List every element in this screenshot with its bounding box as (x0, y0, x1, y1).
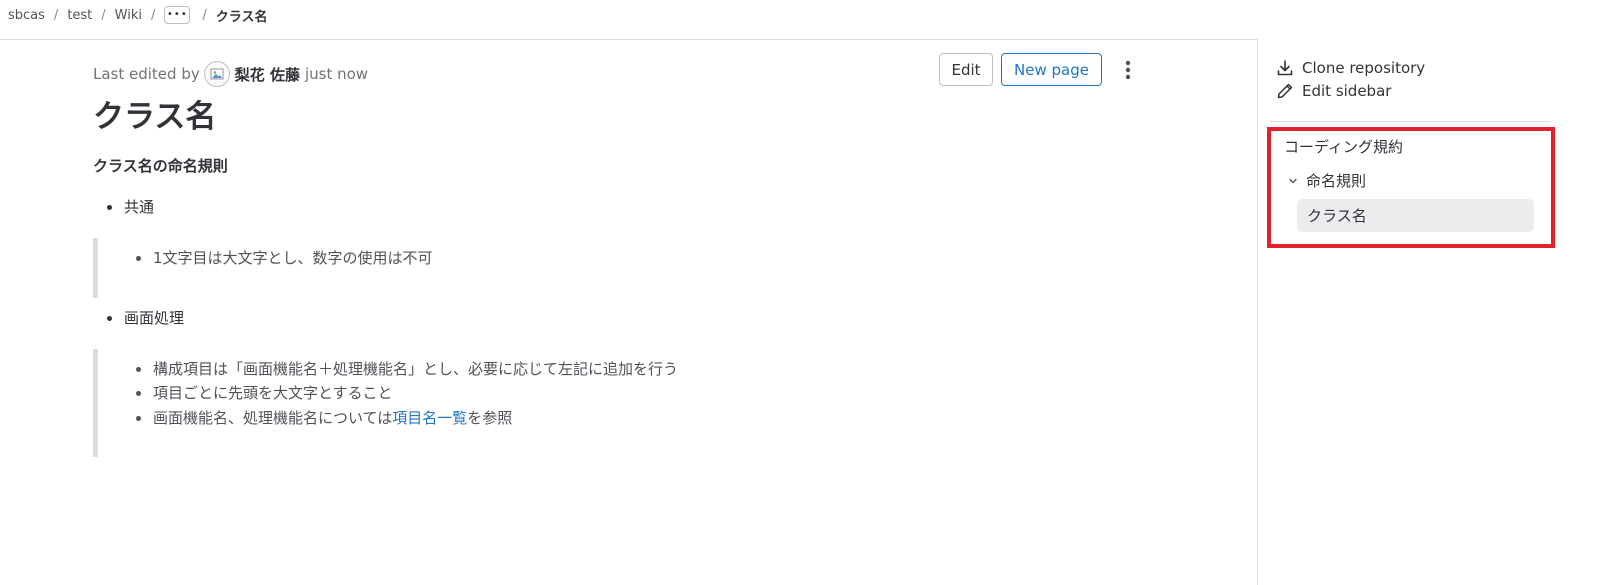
bullet-icon (107, 204, 112, 210)
author-name[interactable]: 梨花 佐藤 (235, 64, 300, 85)
edited-time: just now (304, 65, 369, 83)
bullet-icon (136, 415, 141, 421)
sidebar-nav-root[interactable]: コーディング規約 (1284, 136, 1403, 157)
bullet-icon (136, 390, 141, 396)
breadcrumb-separator: / (202, 7, 207, 23)
breadcrumb-item-sbcas[interactable]: sbcas (8, 8, 45, 23)
broken-image-icon (210, 68, 224, 80)
last-edited-label: Last edited by (93, 65, 200, 83)
list-item-label: 画面処理 (124, 309, 185, 327)
sidebar-nav-group-label: 命名規則 (1306, 172, 1367, 190)
blockquote-screen-processing: 構成項目は「画面機能名＋処理機能名」とし、必要に応じて左記に追加を行う 項目ごと… (93, 349, 678, 457)
breadcrumb-separator: / (151, 7, 156, 23)
sidebar-nav-active-page[interactable]: クラス名 (1307, 205, 1367, 226)
sidebar-section-divider (1270, 121, 1551, 122)
quote-list-item-text: 項目ごとに先頭を大文字とすること (153, 384, 393, 402)
bullet-icon (107, 315, 112, 321)
last-edited-info: Last edited by 梨花 佐藤 just now (93, 61, 368, 87)
list-item-screen-processing: 画面処理 (107, 308, 184, 328)
clone-repository-link[interactable]: Clone repository (1276, 59, 1425, 77)
page-actions: Edit New page (939, 53, 1138, 86)
chevron-down-icon (1289, 178, 1297, 183)
new-page-button[interactable]: New page (1001, 53, 1102, 86)
breadcrumb-separator: / (53, 7, 59, 23)
bullet-icon (136, 255, 141, 261)
download-icon (1277, 60, 1293, 76)
quote-list-item-text: 1文字目は大文字とし、数字の使用は不可 (153, 249, 433, 267)
sidebar-divider (1257, 39, 1258, 585)
page-title: クラス名 (93, 99, 217, 135)
clone-repository-label: Clone repository (1302, 59, 1426, 77)
edit-sidebar-label: Edit sidebar (1302, 82, 1392, 100)
blockquote-common: 1文字目は大文字とし、数字の使用は不可 (93, 238, 433, 298)
quote-list-item: 項目ごとに先頭を大文字とすること (136, 383, 393, 403)
pencil-icon (1277, 83, 1293, 99)
breadcrumb-item-wiki[interactable]: Wiki (115, 8, 142, 23)
breadcrumb-expand-button[interactable]: ••• (164, 6, 191, 24)
edit-button[interactable]: Edit (939, 53, 993, 86)
quote-list-item-text-before: 画面機能名、処理機能名については (153, 409, 393, 427)
quote-list-item-text: 構成項目は「画面機能名＋処理機能名」とし、必要に応じて左記に追加を行う (153, 360, 679, 378)
more-actions-icon[interactable] (1118, 53, 1138, 86)
list-item-label: 共通 (124, 198, 155, 216)
breadcrumb-separator: / (101, 7, 106, 23)
breadcrumb-item-test[interactable]: test (67, 8, 92, 23)
quote-list-item: 画面機能名、処理機能名については 項目名一覧 を参照 (136, 408, 512, 428)
bullet-icon (136, 366, 141, 372)
section-heading: クラス名の命名規則 (93, 157, 228, 175)
header-divider (0, 39, 1257, 40)
breadcrumb-current-page: クラス名 (215, 9, 268, 25)
item-name-list-link[interactable]: 項目名一覧 (392, 408, 467, 428)
quote-list-item: 構成項目は「画面機能名＋処理機能名」とし、必要に応じて左記に追加を行う (136, 359, 678, 379)
quote-list-item: 1文字目は大文字とし、数字の使用は不可 (136, 248, 433, 268)
avatar[interactable] (203, 61, 230, 87)
quote-list-item-text-after: を参照 (467, 409, 513, 427)
edit-sidebar-link[interactable]: Edit sidebar (1276, 82, 1391, 100)
sidebar-nav-group[interactable]: 命名規則 (1288, 170, 1366, 191)
list-item-common: 共通 (107, 197, 154, 217)
breadcrumb: sbcas / test / Wiki / ••• / クラス名 (8, 5, 268, 25)
